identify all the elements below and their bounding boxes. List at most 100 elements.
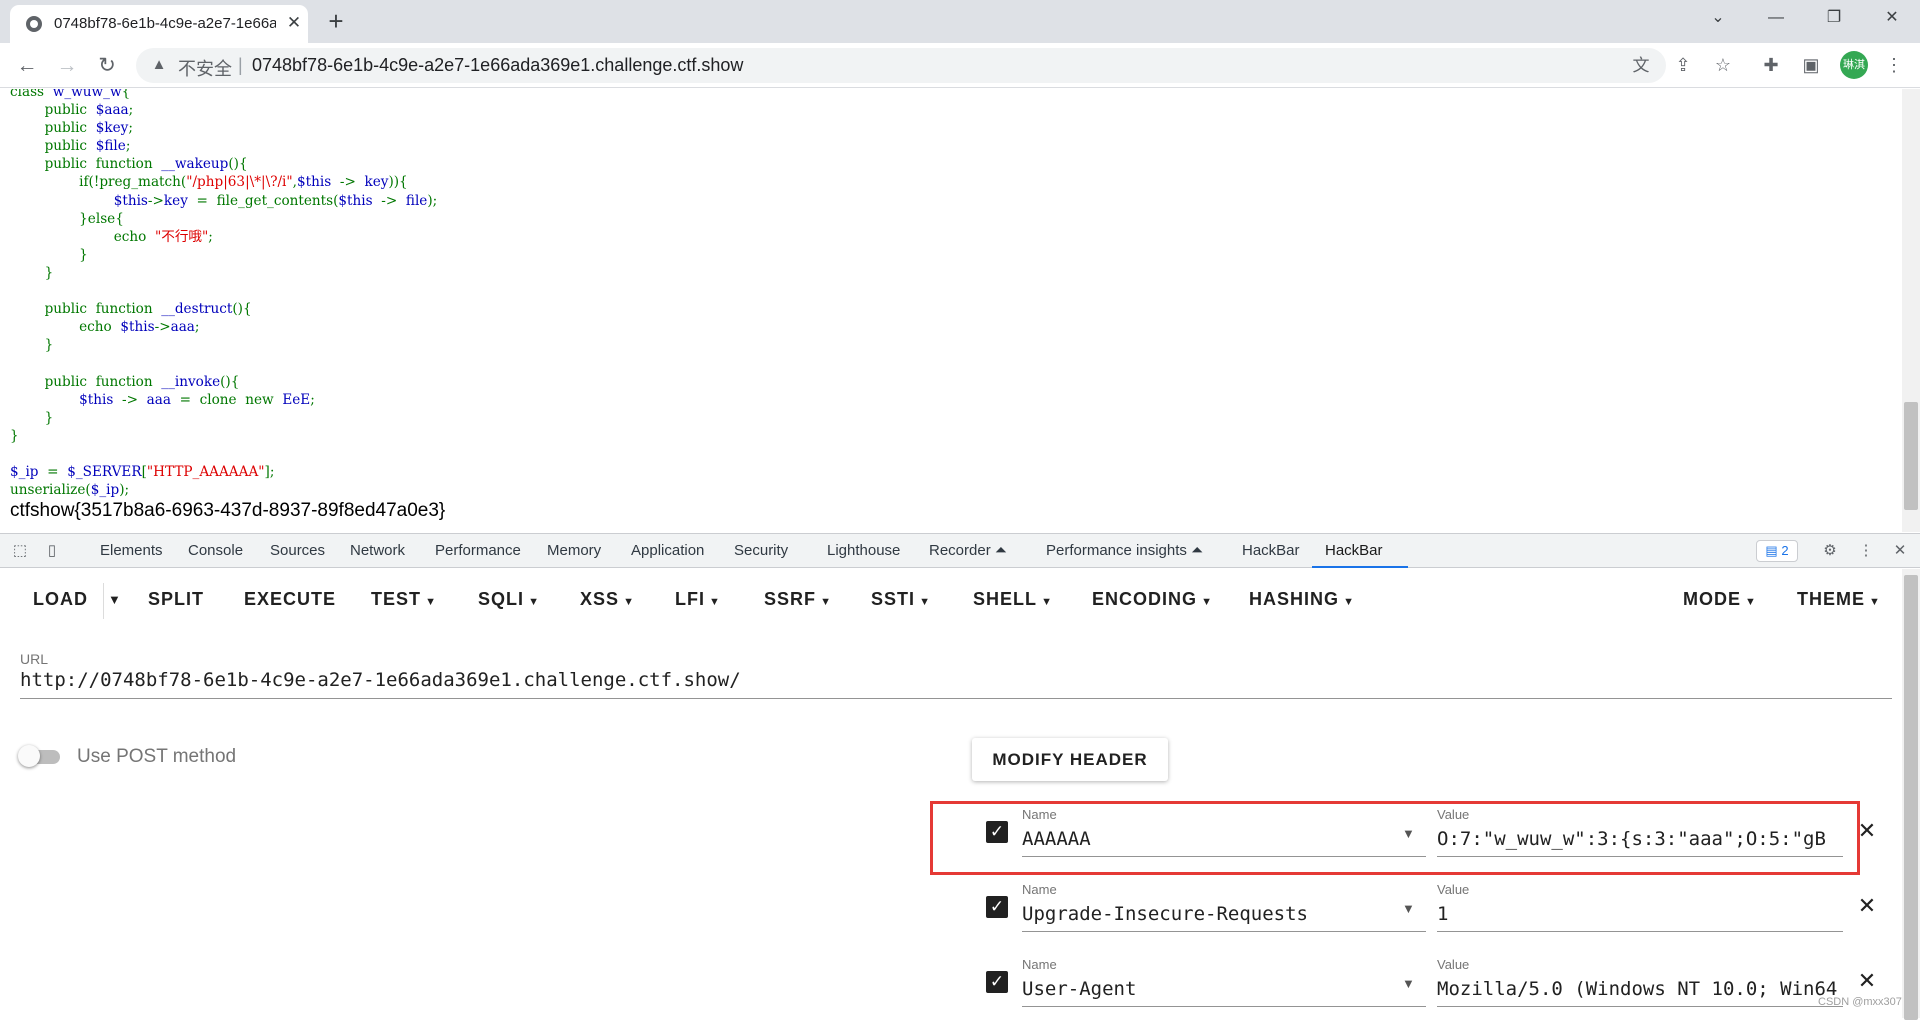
code-line: } — [10, 409, 54, 426]
watermark: CSDN @mxx307 — [1818, 996, 1902, 1008]
address-bar[interactable]: ▲ 不安全 | 0748bf78-6e1b-4c9e-a2e7-1e66ada3… — [136, 48, 1666, 83]
hashing-label: HASHING — [1249, 589, 1340, 609]
tab-hackbar-2[interactable]: HackBar — [1325, 542, 1383, 559]
post-method-label: Use POST method — [77, 746, 237, 767]
lfi-menu[interactable]: LFI ▼ — [675, 589, 721, 610]
ssti-menu[interactable]: SSTI ▼ — [871, 589, 931, 610]
header-name-input[interactable]: User-Agent — [1022, 978, 1426, 1007]
forward-arrow-icon[interactable]: → — [52, 51, 82, 81]
warning-icon[interactable]: ▲ — [150, 56, 168, 74]
new-tab-button[interactable]: + — [322, 8, 350, 36]
tab-performance[interactable]: Performance — [435, 542, 521, 559]
tab-close-icon[interactable]: ✕ — [282, 11, 306, 35]
delete-header-icon[interactable]: ✕ — [1856, 970, 1878, 992]
separator: | — [238, 55, 243, 75]
ssrf-menu[interactable]: SSRF ▼ — [764, 589, 832, 610]
hashing-menu[interactable]: HASHING ▼ — [1249, 589, 1355, 610]
device-toolbar-icon[interactable]: ▯ — [42, 541, 62, 561]
mode-menu[interactable]: MODE ▼ — [1683, 589, 1757, 610]
reload-icon[interactable]: ↻ — [92, 51, 122, 81]
split-button[interactable]: SPLIT — [148, 589, 204, 610]
window-close-icon[interactable]: ✕ — [1864, 0, 1920, 36]
highlight-box — [930, 801, 1860, 875]
code-line: public $key; — [44, 120, 133, 137]
tab-elements[interactable]: Elements — [100, 542, 163, 559]
ssrf-label: SSRF — [764, 589, 817, 609]
tab-console[interactable]: Console — [188, 542, 243, 559]
load-button[interactable]: LOAD — [33, 589, 88, 610]
tab-memory[interactable]: Memory — [547, 542, 601, 559]
tab-hackbar-1[interactable]: HackBar — [1242, 542, 1300, 559]
chevron-down-icon: ▼ — [524, 596, 540, 608]
header-value-input[interactable]: 1 — [1437, 903, 1843, 932]
chevron-down-icon[interactable]: ▼ — [1402, 901, 1415, 916]
header-name-label: Name — [1022, 882, 1057, 897]
tab-sources[interactable]: Sources — [270, 542, 325, 559]
header-row: ✓ Name User-Agent ▼ Value Mozilla/5.0 (W… — [0, 947, 1902, 1009]
encoding-menu[interactable]: ENCODING ▼ — [1092, 589, 1213, 610]
header-enabled-checkbox[interactable]: ✓ — [986, 896, 1008, 918]
header-value-input[interactable]: Mozilla/5.0 (Windows NT 10.0; Win64 — [1437, 978, 1843, 1007]
inspect-element-icon[interactable]: ⬚ — [10, 541, 30, 561]
tab-lighthouse[interactable]: Lighthouse — [827, 542, 900, 559]
tab-security[interactable]: Security — [734, 542, 788, 559]
translate-icon[interactable]: 文 — [1630, 55, 1652, 77]
url-input[interactable]: http://0748bf78-6e1b-4c9e-a2e7-1e66ada36… — [20, 669, 1892, 699]
puzzle-icon[interactable]: ✚ — [1758, 52, 1784, 78]
chevron-down-icon: ▼ — [1037, 596, 1053, 608]
avatar[interactable]: 琳淇 — [1840, 51, 1868, 79]
delete-header-icon[interactable]: ✕ — [1856, 895, 1878, 917]
code-line: } — [10, 264, 54, 281]
url-text[interactable]: 0748bf78-6e1b-4c9e-a2e7-1e66ada369e1.cha… — [252, 55, 743, 76]
load-divider — [103, 583, 104, 619]
tab-recorder[interactable]: Recorder ⏶ — [929, 542, 1007, 559]
code-line: public $aaa; — [44, 102, 134, 119]
back-arrow-icon[interactable]: ← — [12, 51, 42, 81]
issues-badge[interactable]: ▤ 2 — [1756, 540, 1798, 562]
code-line: echo "不行哦"; — [113, 228, 213, 245]
side-panel-icon[interactable]: ▣ — [1798, 52, 1824, 78]
hackbar-scrollbar-thumb[interactable] — [1904, 575, 1918, 1020]
url-label: URL — [20, 651, 49, 667]
kebab-menu-icon[interactable]: ⋮ — [1881, 52, 1907, 78]
xss-menu[interactable]: XSS ▼ — [580, 589, 635, 610]
browser-tab[interactable]: 0748bf78-6e1b-4c9e-a2e7-1e66ada369e1.cha… — [10, 5, 308, 43]
modify-header-button[interactable]: MODIFY HEADER — [972, 738, 1168, 781]
post-method-toggle[interactable] — [18, 745, 64, 767]
load-dropdown-icon[interactable]: ▼ — [108, 592, 122, 607]
code-line: }else{ — [10, 210, 124, 227]
header-name-label: Name — [1022, 957, 1057, 972]
tab-strip: 0748bf78-6e1b-4c9e-a2e7-1e66ada369e1.cha… — [0, 0, 1920, 43]
minimize-icon[interactable]: — — [1748, 0, 1804, 36]
tab-application[interactable]: Application — [631, 542, 704, 559]
settings-gear-icon[interactable]: ⚙ — [1820, 541, 1840, 561]
tab-search-icon[interactable]: ⌄ — [1690, 0, 1746, 36]
header-name-input[interactable]: Upgrade-Insecure-Requests — [1022, 903, 1426, 932]
ssti-label: SSTI — [871, 589, 916, 609]
code-line: if(!preg_match("/php|63|\*|\?/i",$this -… — [79, 174, 408, 191]
xss-label: XSS — [580, 589, 620, 609]
share-icon[interactable]: ⇪ — [1670, 52, 1696, 78]
devtools-close-icon[interactable]: ✕ — [1890, 541, 1910, 561]
code-line: public function __wakeup(){ — [44, 156, 248, 173]
test-menu[interactable]: TEST ▼ — [371, 589, 437, 610]
header-enabled-checkbox[interactable]: ✓ — [986, 971, 1008, 993]
devtools-menu-icon[interactable]: ⋮ — [1856, 541, 1876, 561]
shell-menu[interactable]: SHELL ▼ — [973, 589, 1053, 610]
chevron-down-icon[interactable]: ▼ — [1402, 976, 1415, 991]
sqli-menu[interactable]: SQLI ▼ — [478, 589, 540, 610]
theme-menu[interactable]: THEME ▼ — [1797, 589, 1881, 610]
code-line: unserialize($_ip); — [10, 482, 130, 499]
star-icon[interactable]: ☆ — [1710, 52, 1736, 78]
code-line: public function __invoke(){ — [44, 373, 240, 390]
tab-performance-insights[interactable]: Performance insights ⏶ — [1046, 542, 1203, 559]
tab-network[interactable]: Network — [350, 542, 405, 559]
page-scrollbar-thumb[interactable] — [1904, 402, 1918, 510]
shell-label: SHELL — [973, 589, 1038, 609]
insecure-label[interactable]: 不安全 — [178, 55, 232, 81]
execute-button[interactable]: EXECUTE — [244, 589, 336, 610]
restore-icon[interactable]: ❐ — [1806, 0, 1862, 36]
